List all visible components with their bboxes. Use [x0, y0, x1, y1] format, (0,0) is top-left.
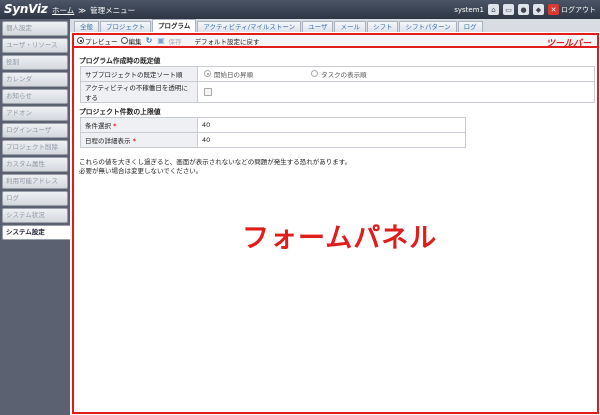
- sidebar-item-notices[interactable]: お知らせ: [2, 89, 68, 104]
- edit-radio-dot: [120, 37, 128, 44]
- tab-log[interactable]: ログ: [457, 21, 483, 32]
- tab-mail[interactable]: メール: [334, 21, 366, 32]
- form-panel-annotation: フォームパネル: [242, 223, 438, 254]
- logout-label: ログアウト: [561, 5, 596, 14]
- sidebar-item-log[interactable]: ログ: [2, 191, 68, 206]
- tab-shift-pattern[interactable]: シフトパターン: [399, 21, 457, 32]
- table-row: 日程の詳細表示 * 40: [80, 132, 466, 148]
- sidebar: 個人設定 ユーザ・リソース 役割 カレンダ お知らせ アドオン ログインユーザ …: [0, 19, 70, 415]
- transparent-nonworking-label: アクティビティの不稼働日を透明にする: [80, 81, 198, 103]
- table-row: 条件選択 * 40: [80, 117, 466, 133]
- transparent-nonworking-cell: [197, 81, 595, 103]
- preview-radio-dot: [77, 37, 84, 44]
- top-bar: SynViz ホーム ≫ 管理メニュー system1 ⌂ ▭ ● ◆ ✕ ログアウ…: [0, 0, 600, 19]
- sort-option-task-order-dot: [311, 70, 319, 78]
- sidebar-item-calendar[interactable]: カレンダ: [2, 72, 68, 87]
- close-icon: ✕: [548, 4, 559, 15]
- tab-program[interactable]: プログラム: [152, 19, 197, 32]
- sort-order-label: サブプロジェクトの既定ソート順: [80, 66, 198, 82]
- edit-radio[interactable]: 編集: [120, 36, 142, 46]
- sidebar-item-available-addresses[interactable]: 利用可能アドレス: [2, 174, 68, 189]
- section-title-program-defaults: プログラム作成時の既定値: [79, 57, 161, 65]
- sidebar-item-users-resources[interactable]: ユーザ・リソース: [2, 38, 68, 53]
- sort-option-start-date[interactable]: 開始日の昇順: [204, 69, 253, 79]
- condition-select-label: 条件選択 *: [80, 117, 198, 133]
- save-button[interactable]: 保存: [169, 36, 182, 46]
- sidebar-item-custom-attributes[interactable]: カスタム属性: [2, 157, 68, 172]
- breadcrumb: ホーム ≫ 管理メニュー: [52, 5, 135, 16]
- warning-note: これらの値を大きくし過ぎると、画面が表示されないなどの問題が発生する恐れがありま…: [79, 158, 351, 176]
- breadcrumb-separator: ≫: [78, 6, 87, 15]
- save-icon[interactable]: ▣: [157, 36, 166, 45]
- schedule-detail-label-text: 日程の詳細表示: [85, 137, 131, 145]
- sort-order-options: 開始日の昇順 タスクの表示順: [197, 66, 595, 82]
- required-mark: *: [132, 137, 136, 145]
- preview-label: プレビュー: [85, 37, 118, 46]
- form-panel: プログラム作成時の既定値 サブプロジェクトの既定ソート順 開始日の昇順 タスクの…: [72, 48, 599, 414]
- sidebar-item-addons[interactable]: アドオン: [2, 106, 68, 121]
- tab-shift[interactable]: シフト: [366, 21, 399, 32]
- sidebar-item-project-delete[interactable]: プロジェクト削除: [2, 140, 68, 155]
- tab-project[interactable]: プロジェクト: [100, 21, 151, 32]
- sort-option-task-order-label: タスクの表示順: [321, 70, 367, 79]
- condition-select-value: 40: [197, 117, 466, 133]
- tab-general[interactable]: 全般: [74, 21, 99, 32]
- logout-button[interactable]: ✕ ログアウト: [548, 4, 596, 15]
- schedule-detail-value: 40: [197, 132, 466, 148]
- current-user: system1: [454, 5, 484, 14]
- warning-note-line-2: 必要が無い場合は変更しないでください。: [79, 167, 203, 175]
- user-icon[interactable]: ●: [518, 4, 529, 15]
- warning-note-line-1: これらの値を大きくし過ぎると、画面が表示されないなどの問題が発生する恐れがありま…: [79, 158, 352, 166]
- tab-activity-milestone[interactable]: アクティビティ/マイルストーン: [197, 21, 302, 32]
- settings-tabs: 全般 プロジェクト プログラム アクティビティ/マイルストーン ユーザ メール …: [70, 19, 600, 32]
- schedule-detail-label: 日程の詳細表示 *: [80, 132, 198, 148]
- home-icon[interactable]: ⌂: [488, 4, 499, 15]
- breadcrumb-home-link[interactable]: ホーム: [52, 6, 74, 15]
- window-icon[interactable]: ▭: [503, 4, 514, 15]
- transparent-nonworking-checkbox[interactable]: [204, 88, 212, 96]
- sidebar-item-roles[interactable]: 役割: [2, 55, 68, 70]
- preview-radio[interactable]: プレビュー: [77, 36, 118, 46]
- table-row: サブプロジェクトの既定ソート順 開始日の昇順 タスクの表示順: [80, 66, 595, 82]
- sidebar-item-system-settings[interactable]: システム設定: [2, 225, 70, 240]
- sidebar-item-login-users[interactable]: ログインユーザ: [2, 123, 68, 138]
- program-defaults-table: サブプロジェクトの既定ソート順 開始日の昇順 タスクの表示順 アクティビティの不…: [80, 66, 595, 103]
- toolbar: プレビュー 編集 ↻ ▣ 保存 デフォルト設定に戻す ツールバー: [72, 33, 599, 49]
- app-logo[interactable]: SynViz: [4, 2, 48, 16]
- sidebar-item-personal-settings[interactable]: 個人設定: [2, 21, 68, 36]
- table-row: アクティビティの不稼働日を透明にする: [80, 81, 595, 103]
- sort-option-start-date-dot: [204, 70, 211, 78]
- reset-default-button[interactable]: デフォルト設定に戻す: [195, 36, 260, 46]
- project-limits-table: 条件選択 * 40 日程の詳細表示 * 40: [80, 117, 466, 148]
- condition-select-label-text: 条件選択: [85, 122, 111, 130]
- settings-icon[interactable]: ◆: [533, 4, 544, 15]
- breadcrumb-current: 管理メニュー: [90, 6, 136, 15]
- tab-user[interactable]: ユーザ: [302, 21, 334, 32]
- sort-option-task-order[interactable]: タスクの表示順: [311, 69, 367, 79]
- section-title-project-limits: プロジェクト件数の上限値: [79, 108, 161, 116]
- edit-label: 編集: [128, 37, 142, 46]
- sidebar-item-system-status[interactable]: システム状況: [2, 208, 68, 223]
- sort-option-start-date-label: 開始日の昇順: [214, 70, 253, 79]
- required-mark: *: [113, 122, 117, 130]
- refresh-icon[interactable]: ↻: [145, 36, 154, 45]
- top-right-tools: system1 ⌂ ▭ ● ◆ ✕ ログアウト: [454, 4, 596, 15]
